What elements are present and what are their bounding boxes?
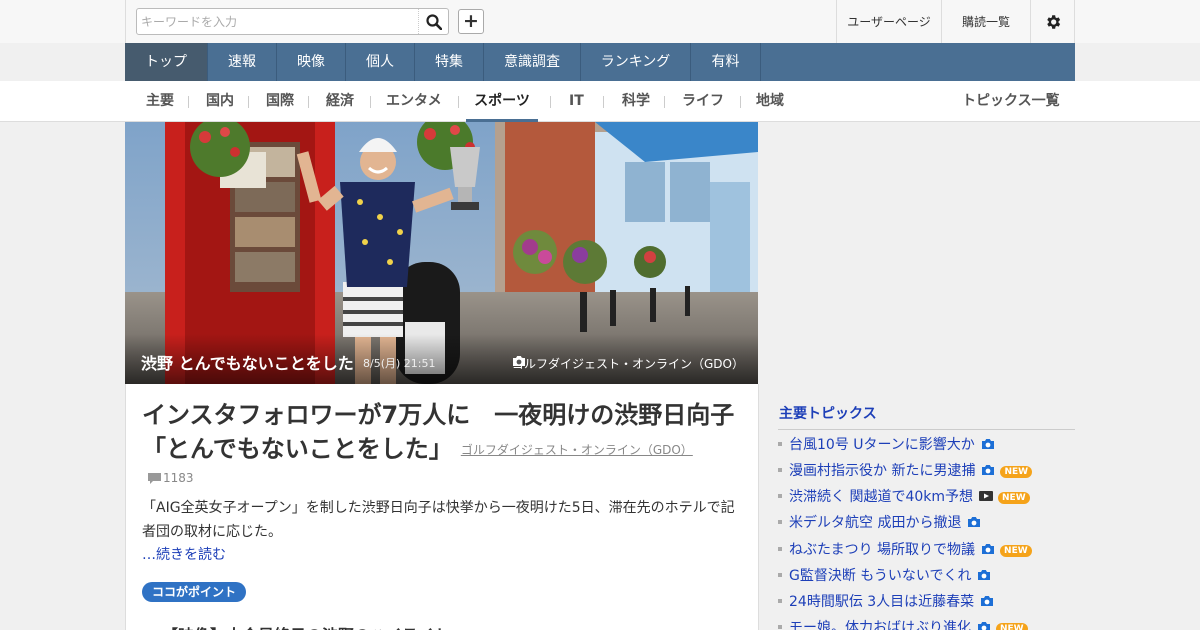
hero-source-label: ゴルフダイジェスト・オンライン（GDO）	[512, 357, 744, 371]
camera-icon	[513, 356, 525, 366]
topic-label: 台風10号 Uターンに影響大か	[789, 437, 975, 453]
category-separator	[458, 96, 459, 108]
topic-label: ねぶたまつり 場所取りで物議	[789, 542, 976, 558]
plus-icon: +	[463, 10, 479, 32]
category-separator	[740, 96, 741, 108]
comment-count-value: 1183	[163, 471, 194, 485]
read-more-link[interactable]: …続きを読む	[142, 544, 226, 564]
camera-icon	[981, 596, 994, 606]
category-world[interactable]: 国際	[266, 81, 294, 122]
topic-label: モー娘。体力おばけぶり進化	[789, 620, 971, 630]
topic-item[interactable]: 24時間駅伝 3人目は近藤春菜	[778, 592, 994, 612]
search-button[interactable]	[418, 9, 448, 34]
main-nav-features[interactable]: 特集	[415, 43, 484, 81]
top-bar: + ユーザーページ 購読一覧	[0, 0, 1200, 43]
hero-title[interactable]: 渋野 とんでもないことをした	[141, 350, 354, 374]
gear-icon	[1047, 14, 1061, 29]
search-box	[136, 8, 449, 35]
topics-list-link[interactable]: トピックス一覧	[962, 81, 1060, 122]
topic-label: G監督決断 もういないでくれ	[789, 568, 972, 584]
category-separator	[248, 96, 249, 108]
bullet-icon	[778, 573, 782, 577]
bullet-icon	[778, 625, 782, 629]
topic-item[interactable]: ねぶたまつり 場所取りで物議 NEW	[778, 540, 1032, 560]
main-nav-top[interactable]: トップ	[125, 43, 208, 81]
camera-icon	[978, 622, 990, 630]
bullet-icon	[778, 494, 782, 498]
main-nav-individual[interactable]: 個人	[346, 43, 415, 81]
category-domestic[interactable]: 国内	[206, 81, 234, 122]
camera-icon	[978, 570, 991, 580]
category-it[interactable]: IT	[569, 81, 584, 122]
category-local[interactable]: 地域	[756, 81, 784, 122]
category-economy[interactable]: 経済	[326, 81, 354, 122]
topic-item[interactable]: モー娘。体力おばけぶり進化 NEW	[778, 618, 1028, 630]
camera-icon	[981, 439, 994, 449]
camera-icon	[982, 544, 995, 554]
main-nav-survey[interactable]: 意識調査	[484, 43, 581, 81]
bullet-icon	[778, 547, 782, 551]
search-icon	[425, 13, 442, 30]
main-topics-panel: 主要トピックス 台風10号 Uターンに影響大か 漫画村指示役か 新たに男逮捕 NEW…	[778, 402, 1075, 630]
category-main[interactable]: 主要	[146, 81, 174, 122]
search-input[interactable]	[141, 12, 417, 31]
user-page-link[interactable]: ユーザーページ	[836, 0, 941, 43]
comment-count[interactable]: 1183	[148, 471, 194, 485]
subscriptions-link[interactable]: 購読一覧	[941, 0, 1030, 43]
main-nav: トップ 速報 映像 個人 特集 意識調査 ランキング 有料	[125, 43, 1075, 81]
article-source-link[interactable]: ゴルフダイジェスト・オンライン（GDO）	[461, 443, 693, 457]
comment-icon	[148, 473, 161, 484]
new-badge: NEW	[1000, 545, 1032, 557]
category-separator	[550, 96, 551, 108]
topic-label: 24時間駅伝 3人目は近藤春菜	[789, 594, 975, 610]
topic-item[interactable]: 漫画村指示役か 新たに男逮捕 NEW	[778, 461, 1033, 481]
category-nav: 主要 国内 国際 経済 エンタメ スポーツ IT 科学 ライフ 地域 トピックス…	[0, 81, 1200, 122]
category-science[interactable]: 科学	[622, 81, 650, 122]
topic-label: 渋滞続く 関越道で40km予想	[789, 489, 974, 505]
category-separator	[370, 96, 371, 108]
point-badge: ココがポイント	[142, 582, 246, 602]
main-topics-heading[interactable]: 主要トピックス	[778, 402, 1075, 430]
camera-icon	[968, 517, 981, 527]
main-nav-ranking[interactable]: ランキング	[581, 43, 691, 81]
video-icon	[979, 491, 994, 501]
settings-button[interactable]	[1030, 0, 1075, 43]
bullet-icon	[778, 468, 782, 472]
bullet-icon	[778, 442, 782, 446]
topic-label: 漫画村指示役か 新たに男逮捕	[789, 463, 976, 479]
topic-item[interactable]: G監督決断 もういないでくれ	[778, 566, 991, 586]
main-nav-breaking[interactable]: 速報	[208, 43, 277, 81]
category-life[interactable]: ライフ	[682, 81, 724, 122]
topic-item[interactable]: 台風10号 Uターンに影響大か	[778, 435, 995, 455]
category-entertainment[interactable]: エンタメ	[386, 81, 442, 122]
category-separator	[308, 96, 309, 108]
category-sports[interactable]: スポーツ	[466, 81, 538, 122]
related-heading[interactable]: 【映像】大会最終日の渋野のハイライト	[162, 622, 450, 630]
article-card: インスタフォロワーが7万人に 一夜明けの渋野日向子「とんでもないことをした」 ゴル…	[125, 384, 759, 630]
topic-label: 米デルタ航空 成田から撤退	[789, 515, 962, 531]
hero-source: ゴルフダイジェスト・オンライン（GDO）	[512, 355, 744, 372]
hero-photo[interactable]: 渋野 とんでもないことをした 8/5(月) 21:51 ゴルフダイジェスト・オン…	[125, 122, 758, 384]
new-badge: NEW	[1000, 466, 1033, 478]
main-nav-paid[interactable]: 有料	[691, 43, 761, 81]
topic-item[interactable]: 渋滞続く 関越道で40km予想 NEW	[778, 487, 1030, 507]
ad-space	[759, 122, 1075, 402]
new-badge: NEW	[996, 623, 1028, 630]
add-button[interactable]: +	[458, 9, 484, 34]
main-nav-video[interactable]: 映像	[277, 43, 346, 81]
topic-item[interactable]: 米デルタ航空 成田から撤退	[778, 513, 981, 533]
category-separator	[188, 96, 189, 108]
camera-icon	[982, 465, 995, 475]
category-separator	[603, 96, 604, 108]
top-bar-inner: + ユーザーページ 購読一覧	[125, 0, 1075, 43]
bullet-icon	[778, 599, 782, 603]
category-separator	[664, 96, 665, 108]
article-summary: 「AIG全英女子オープン」を制した渋野日向子は快挙から一夜明けた5日、滞在先のホ…	[142, 500, 735, 540]
new-badge: NEW	[998, 492, 1030, 504]
hero-timestamp: 8/5(月) 21:51	[363, 357, 436, 370]
bullet-icon	[778, 520, 782, 524]
article-title: インスタフォロワーが7万人に 一夜明けの渋野日向子「とんでもないことをした」 ゴル…	[142, 398, 752, 467]
